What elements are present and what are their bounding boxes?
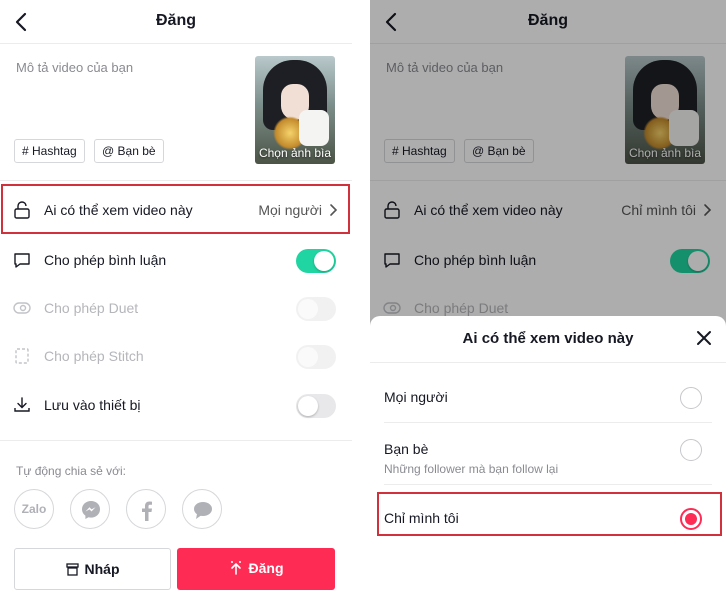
comment-label: Cho phép bình luận <box>44 252 167 268</box>
facebook-share-button[interactable] <box>126 489 166 529</box>
comment-toggle[interactable] <box>296 249 336 273</box>
facebook-icon <box>142 501 152 521</box>
draft-icon <box>65 563 79 576</box>
cover-thumbnail[interactable]: Chọn ảnh bìa <box>255 56 335 164</box>
friends-button[interactable]: @ Bạn bè <box>94 139 164 163</box>
duet-toggle <box>296 297 336 321</box>
stitch-label: Cho phép Stitch <box>44 348 144 364</box>
upload-icon <box>230 561 241 575</box>
sms-share-button[interactable] <box>182 489 222 529</box>
option-everyone[interactable]: Mọi người <box>384 370 712 434</box>
save-toggle[interactable] <box>296 394 336 418</box>
zalo-share-button[interactable]: Zalo <box>14 489 54 529</box>
post-label: Đăng <box>248 560 284 576</box>
option-sublabel: Những follower mà bạn follow lại <box>384 462 559 476</box>
close-icon[interactable] <box>696 330 712 346</box>
description-input[interactable]: Mô tả video của bạn <box>16 60 133 75</box>
comment-row: Cho phép bình luận <box>0 238 352 282</box>
post-screen-right: Đăng Mô tả video của bạn # Hashtag @ Bạn… <box>370 0 726 600</box>
page-title: Đăng <box>156 12 196 29</box>
sheet-title: Ai có thể xem video này <box>462 330 634 347</box>
highlight-only-me <box>377 492 722 536</box>
option-label: Bạn bè <box>384 441 429 457</box>
save-row: Lưu vào thiết bị <box>0 383 352 427</box>
draft-label: Nháp <box>84 561 120 577</box>
top-bar: Đăng <box>0 0 352 44</box>
option-label: Mọi người <box>384 389 448 405</box>
comment-icon <box>14 253 30 268</box>
post-button[interactable]: Đăng <box>177 548 335 590</box>
sms-icon <box>194 502 212 519</box>
radio-friends[interactable] <box>680 439 702 461</box>
messenger-share-button[interactable] <box>70 489 110 529</box>
download-icon <box>14 397 30 412</box>
stitch-icon <box>15 348 29 364</box>
duet-row: Cho phép Duet <box>0 286 352 330</box>
share-label: Tự động chia sẻ với: <box>16 464 126 478</box>
radio-everyone[interactable] <box>680 387 702 409</box>
option-friends[interactable]: Bạn bè Những follower mà bạn follow lại <box>384 428 712 492</box>
stitch-toggle <box>296 345 336 369</box>
stitch-row: Cho phép Stitch <box>0 334 352 378</box>
hashtag-button[interactable]: # Hashtag <box>14 139 85 163</box>
privacy-sheet: Ai có thể xem video này Mọi người Bạn bè… <box>370 316 726 600</box>
duet-icon <box>13 302 31 314</box>
draft-button[interactable]: Nháp <box>14 548 171 590</box>
cover-label: Chọn ảnh bìa <box>258 146 332 160</box>
highlight-privacy <box>1 184 350 234</box>
messenger-icon <box>82 501 100 519</box>
zalo-icon: Zalo <box>21 502 47 516</box>
save-label: Lưu vào thiết bị <box>44 397 141 413</box>
post-screen-left: Đăng Mô tả video của bạn # Hashtag @ Bạn… <box>0 0 352 600</box>
duet-label: Cho phép Duet <box>44 300 139 316</box>
